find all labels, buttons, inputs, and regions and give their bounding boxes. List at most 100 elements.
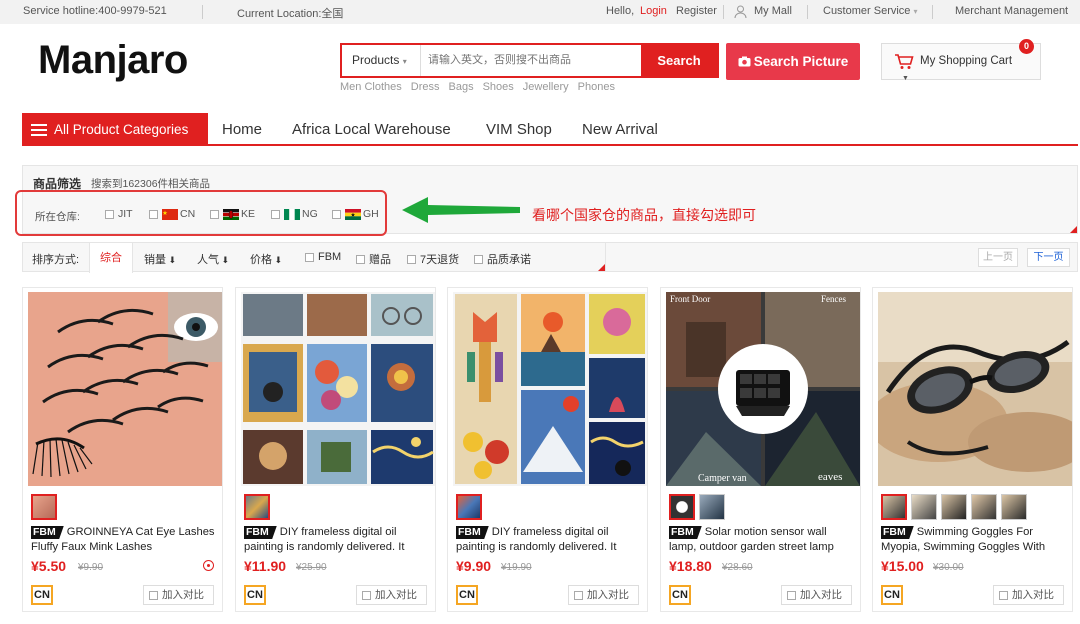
hot-word[interactable]: Shoes (483, 81, 514, 93)
product-card[interactable]: Front Door Fences Camper van eaves FBM So… (660, 287, 861, 612)
thumbnail-strip (31, 494, 57, 520)
divider (202, 5, 203, 19)
thumbnail[interactable] (244, 494, 270, 520)
search-input[interactable] (428, 54, 638, 66)
hot-word[interactable]: Dress (411, 81, 440, 93)
checkbox[interactable] (305, 252, 314, 262)
login-link[interactable]: Login (640, 5, 667, 17)
site-logo[interactable]: Manjaro (38, 38, 188, 83)
hot-search-words: Men Clothes Dress Bags Shoes Jewellery Phones (340, 81, 624, 93)
sort-option-popularity[interactable]: 人气 ⬇ (197, 251, 229, 267)
add-to-compare[interactable]: 加入对比 (993, 585, 1064, 605)
checkbox[interactable] (105, 209, 114, 219)
warehouse-option-ke[interactable]: KE (210, 208, 255, 220)
product-image[interactable] (28, 292, 222, 486)
thumbnail[interactable] (1001, 494, 1027, 520)
checkbox[interactable] (271, 209, 280, 219)
search-category-select[interactable]: Products ▾ (342, 45, 421, 76)
product-title[interactable]: FBM DIY frameless digital oil painting is… (244, 525, 430, 555)
thumbnail[interactable] (31, 494, 57, 520)
filter-gift[interactable]: 赠品 (356, 251, 391, 267)
thumbnail[interactable] (456, 494, 482, 520)
add-to-compare[interactable]: 加入对比 (568, 585, 639, 605)
checkbox[interactable] (149, 590, 158, 600)
checkbox[interactable] (574, 590, 583, 600)
shopping-cart-button[interactable]: My Shopping Cart 0 ▼ (881, 39, 1041, 82)
search-picture-button[interactable]: Search Picture (726, 43, 860, 80)
coupon-icon[interactable] (203, 560, 214, 571)
product-card[interactable]: FBM GROINNEYA Cat Eye Lashes Fluffy Faux … (22, 287, 223, 612)
checkbox[interactable] (332, 209, 341, 219)
my-mall-link[interactable]: My Mall (754, 5, 792, 17)
product-card[interactable]: FBM DIY frameless digital oil painting is… (235, 287, 436, 612)
warehouse-option-gh[interactable]: GH (332, 208, 379, 220)
nigeria-flag-icon (284, 208, 300, 220)
product-title[interactable]: FBM Swimming Goggles For Myopia, Swimming… (881, 525, 1067, 555)
product-image[interactable]: Front Door Fences Camper van eaves (666, 292, 860, 486)
origin-badge: CN (881, 585, 903, 605)
product-title[interactable]: FBM Solar motion sensor wall lamp, outdoo… (669, 525, 855, 555)
all-categories-button[interactable]: All Product Categories (22, 113, 208, 146)
merchant-management-link[interactable]: Merchant Management (955, 5, 1068, 17)
chevron-down-icon: ▾ (913, 7, 918, 16)
register-link[interactable]: Register (676, 5, 717, 17)
hot-word[interactable]: Phones (578, 81, 615, 93)
compare-label: 加入对比 (800, 589, 842, 601)
checkbox[interactable] (999, 590, 1008, 600)
product-title[interactable]: FBM DIY frameless digital oil painting is… (456, 525, 642, 555)
sort-option-price[interactable]: 价格 ⬇ (250, 251, 282, 267)
thumbnail[interactable] (699, 494, 725, 520)
search-button[interactable]: Search (641, 45, 717, 76)
next-page-button[interactable]: 下一页 (1027, 248, 1070, 267)
fbm-badge: FBM (244, 526, 277, 539)
product-price: ¥15.00 (881, 558, 924, 574)
product-card[interactable]: FBM DIY frameless digital oil painting is… (447, 287, 648, 612)
thumbnail[interactable] (911, 494, 937, 520)
add-to-compare[interactable]: 加入对比 (143, 585, 214, 605)
sort-option-comprehensive[interactable]: 综合 (89, 242, 133, 273)
product-image[interactable] (878, 292, 1072, 486)
product-title[interactable]: FBM GROINNEYA Cat Eye Lashes Fluffy Faux … (31, 525, 217, 555)
warehouse-option-jit[interactable]: JIT (105, 208, 133, 220)
checkbox[interactable] (362, 590, 371, 600)
sort-option-sales[interactable]: 销量 ⬇ (144, 251, 176, 267)
product-image[interactable] (453, 292, 647, 486)
checkbox[interactable] (149, 209, 158, 219)
add-to-compare[interactable]: 加入对比 (356, 585, 427, 605)
nav-item-africa-warehouse[interactable]: Africa Local Warehouse (292, 121, 451, 138)
thumbnail[interactable] (881, 494, 907, 520)
hot-word[interactable]: Men Clothes (340, 81, 402, 93)
add-to-compare[interactable]: 加入对比 (781, 585, 852, 605)
nav-item-new-arrival[interactable]: New Arrival (582, 121, 658, 138)
camera-icon (738, 56, 751, 67)
checkbox[interactable] (474, 254, 483, 264)
current-location[interactable]: Current Location:全国 (237, 5, 343, 21)
thumbnail[interactable] (669, 494, 695, 520)
warehouse-option-ng[interactable]: NG (271, 208, 318, 220)
thumbnail[interactable] (971, 494, 997, 520)
origin-badge: CN (244, 585, 266, 605)
warehouse-name: NG (302, 208, 318, 220)
hot-word[interactable]: Jewellery (523, 81, 569, 93)
corner-marker (1070, 226, 1077, 233)
thumbnail[interactable] (941, 494, 967, 520)
checkbox[interactable] (210, 209, 219, 219)
filter-quality-promise[interactable]: 品质承诺 (474, 251, 531, 267)
search-picture-label: Search Picture (753, 54, 849, 69)
checkbox[interactable] (407, 254, 416, 264)
prev-page-button[interactable]: 上一页 (978, 248, 1018, 267)
filter-fbm[interactable]: FBM (305, 251, 341, 263)
customer-service-menu[interactable]: Customer Service ▾ (823, 5, 918, 17)
checkbox[interactable] (787, 590, 796, 600)
nav-item-vim-shop[interactable]: VIM Shop (486, 121, 552, 138)
product-image[interactable] (241, 292, 435, 486)
cart-count-badge: 0 (1019, 39, 1034, 54)
nav-item-home[interactable]: Home (222, 121, 262, 138)
checkbox[interactable] (356, 254, 365, 264)
filter-label: 7天退货 (420, 254, 460, 266)
thumbnail-strip (244, 494, 270, 520)
hot-word[interactable]: Bags (449, 81, 474, 93)
warehouse-option-cn[interactable]: CN (149, 208, 195, 220)
product-card[interactable]: FBM Swimming Goggles For Myopia, Swimming… (872, 287, 1073, 612)
filter-7day-return[interactable]: 7天退货 (407, 251, 459, 267)
